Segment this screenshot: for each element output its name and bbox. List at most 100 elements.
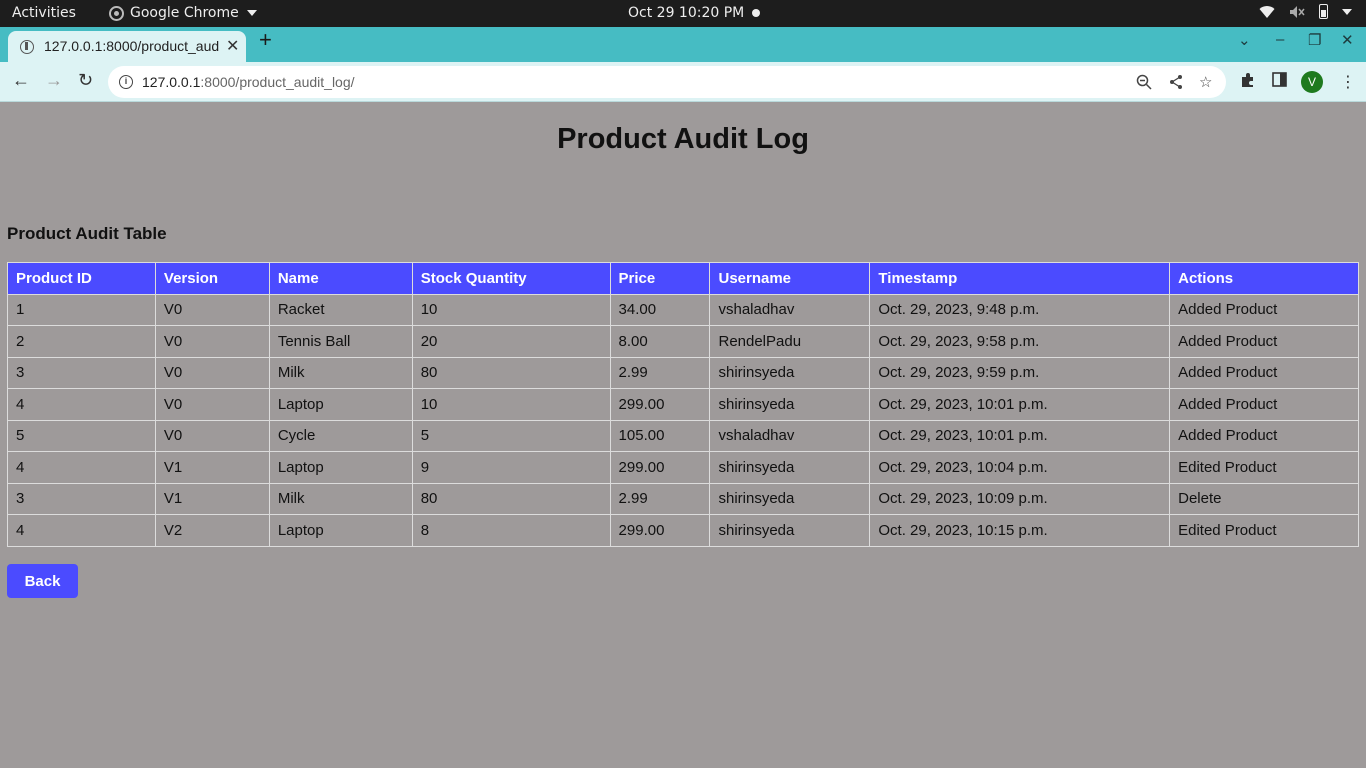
table-cell: 2.99 [609,356,711,389]
table-cell: Oct. 29, 2023, 9:58 p.m. [869,325,1171,358]
table-cell: shirinsyeda [709,514,871,547]
table-cell: vshaladhav [709,419,871,452]
app-menu-label: Google Chrome [130,5,239,21]
column-header: Name [268,262,413,295]
table-cell: V1 [154,482,270,515]
chevron-down-icon [1342,8,1352,15]
table-cell: Oct. 29, 2023, 9:48 p.m. [869,293,1171,326]
minimize-icon[interactable]: – [1276,31,1284,48]
table-cell: V2 [154,514,270,547]
column-header: Timestamp [869,262,1171,295]
table-cell: Oct. 29, 2023, 10:09 p.m. [869,482,1171,515]
table-cell: Added Product [1169,419,1359,452]
avatar[interactable]: V [1301,71,1323,93]
chrome-icon [109,5,124,21]
url-host: 127.0.0.1 [142,74,201,90]
table-cell: V0 [154,419,270,452]
table-title: Product Audit Table [7,224,167,243]
address-bar[interactable]: i 127.0.0.1:8000/product_audit_log/ ☆ [108,66,1226,98]
table-cell: 5 [411,419,611,452]
table-cell: V0 [154,356,270,389]
browser-tab[interactable]: 127.0.0.1:8000/product_audit_log/ ✕ [8,31,246,62]
chevron-down-icon [246,10,257,16]
table-cell: Cycle [268,419,413,452]
table-cell: Laptop [268,388,413,421]
close-icon[interactable]: ✕ [226,36,239,56]
table-cell: Milk [268,482,413,515]
table-cell: 80 [411,482,611,515]
table-cell: Oct. 29, 2023, 10:04 p.m. [869,451,1171,484]
more-menu-icon[interactable]: ⋮ [1340,72,1356,92]
restore-icon[interactable]: ❐ [1308,31,1321,49]
reload-icon[interactable]: ↻ [78,71,93,89]
forward-arrow-icon[interactable]: → [45,71,63,89]
star-icon[interactable]: ☆ [1199,73,1212,91]
back-arrow-icon[interactable]: ← [12,71,30,89]
table-row: 4 V2 Laptop 8 299.00 shirinsyeda Oct. 29, 2023… [7,514,1359,547]
table-cell: Milk [268,356,413,389]
tab-title: 127.0.0.1:8000/product_audit_log/ [44,38,219,54]
table-cell: V0 [154,293,270,326]
table-cell: 34.00 [609,293,711,326]
clock[interactable]: Oct 29 10:20 PM [628,5,744,21]
page-title: Product Audit Log [557,123,809,155]
new-tab-icon[interactable]: + [259,29,272,51]
url-text[interactable]: 127.0.0.1:8000/product_audit_log/ [142,74,355,90]
table-cell: Added Product [1169,388,1359,421]
table-cell: shirinsyeda [709,482,871,515]
table-cell: Edited Product [1169,514,1359,547]
activities-button[interactable]: Activities [12,5,76,21]
table-row: 4 V1 Laptop 9 299.00 shirinsyeda Oct. 29, 2023… [7,451,1359,484]
table-cell: 20 [411,325,611,358]
column-header: Product ID [7,262,156,295]
table-cell: vshaladhav [709,293,871,326]
table-cell: V0 [154,325,270,358]
extensions-icon[interactable] [1240,72,1256,88]
volume-muted-icon [1290,5,1305,18]
table-header-row: Product ID Version Name Stock Quantity P… [7,262,1359,295]
table-cell: Oct. 29, 2023, 10:01 p.m. [869,388,1171,421]
table-cell: 299.00 [609,451,711,484]
system-top-bar: Activities Google Chrome Oct 29 10:20 PM [0,0,1366,27]
column-header: Actions [1169,262,1359,295]
table-cell: 1 [7,293,156,326]
globe-icon [20,40,34,54]
table-cell: 9 [411,451,611,484]
table-cell: 4 [7,514,156,547]
side-panel-icon[interactable] [1272,72,1287,87]
table-cell: 80 [411,356,611,389]
share-icon[interactable] [1168,74,1184,90]
notification-dot-icon [752,9,760,17]
info-icon[interactable]: i [119,75,133,89]
table-cell: 10 [411,388,611,421]
tab-search-icon[interactable]: ⌄ [1238,31,1251,49]
table-cell: 3 [7,482,156,515]
table-cell: 105.00 [609,419,711,452]
table-cell: Oct. 29, 2023, 10:01 p.m. [869,419,1171,452]
app-menu[interactable]: Google Chrome [109,5,257,21]
table-cell: Oct. 29, 2023, 9:59 p.m. [869,356,1171,389]
table-cell: V1 [154,451,270,484]
table-cell: 10 [411,293,611,326]
table-cell: 2.99 [609,482,711,515]
close-window-icon[interactable]: ✕ [1341,31,1354,49]
table-row: 3 V0 Milk 80 2.99 shirinsyeda Oct. 29, 2023, 9… [7,356,1359,389]
table-cell: 5 [7,419,156,452]
column-header: Version [154,262,270,295]
back-button[interactable]: Back [7,564,78,598]
table-cell: 3 [7,356,156,389]
audit-table: Product ID Version Name Stock Quantity P… [7,262,1359,547]
wifi-icon [1259,5,1275,18]
column-header: Price [609,262,711,295]
system-tray[interactable] [1259,4,1352,19]
browser-toolbar: ← → ↻ i 127.0.0.1:8000/product_audit_log… [0,62,1366,102]
table-row: 3 V1 Milk 80 2.99 shirinsyeda Oct. 29, 2023, 1… [7,482,1359,515]
table-row: 1 V0 Racket 10 34.00 vshaladhav Oct. 29, 2023,… [7,293,1359,326]
page-content: Product Audit Log Product Audit Table Pr… [0,103,1366,768]
table-cell: 8.00 [609,325,711,358]
table-body: 1 V0 Racket 10 34.00 vshaladhav Oct. 29, 2023,… [7,293,1359,547]
url-path: :8000/product_audit_log/ [200,74,355,90]
zoom-out-icon[interactable] [1136,74,1152,90]
table-cell: 2 [7,325,156,358]
table-cell: Added Product [1169,293,1359,326]
